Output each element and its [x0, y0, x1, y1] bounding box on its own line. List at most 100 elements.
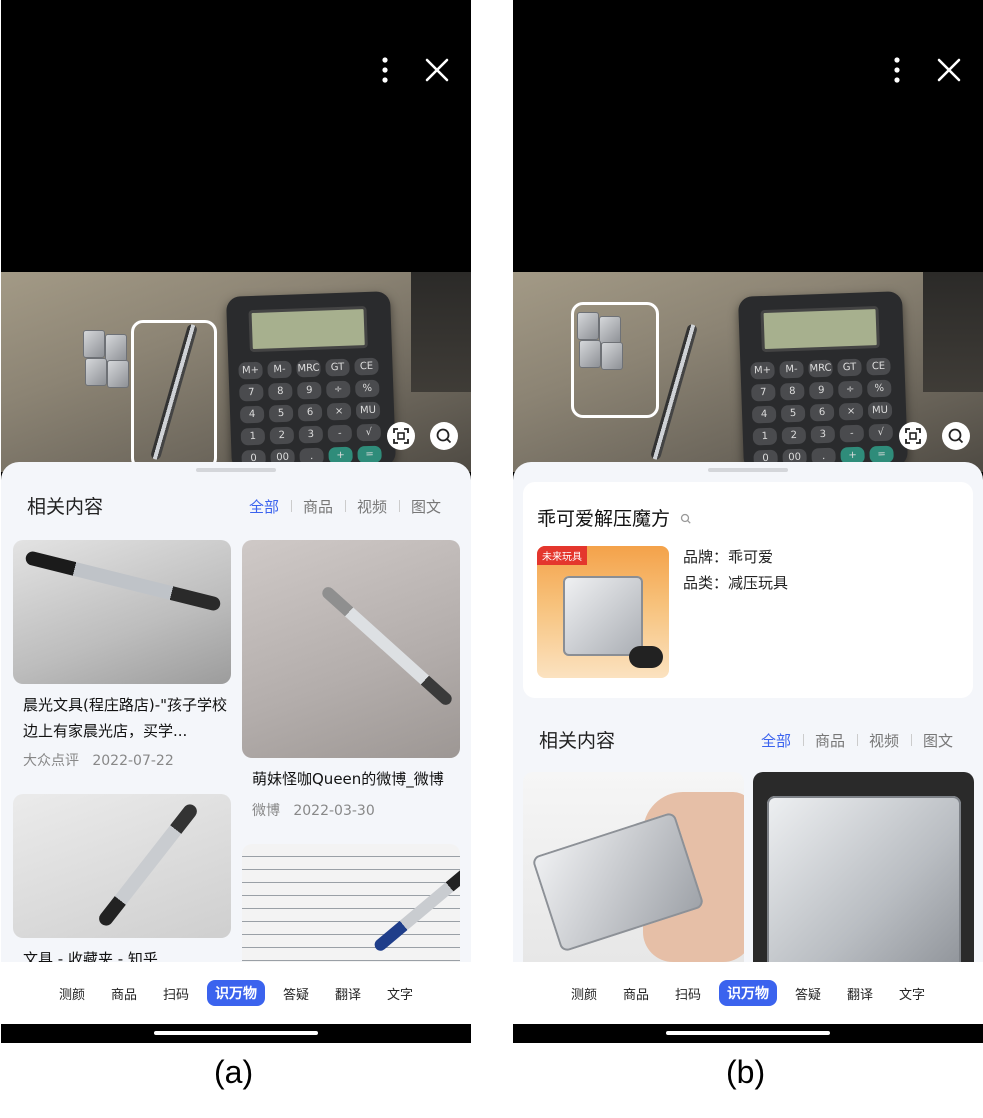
close-icon[interactable] — [423, 56, 451, 84]
section-title: 相关内容 — [27, 496, 104, 518]
selection-frame[interactable] — [571, 302, 659, 418]
pen-photo — [24, 550, 222, 612]
calculator-key: - — [839, 424, 865, 443]
result-thumbnail[interactable] — [523, 772, 744, 962]
more-options-icon[interactable] — [373, 56, 397, 84]
caption-b: (b) — [726, 1054, 766, 1090]
calculator-key: 1 — [240, 427, 266, 446]
product-name[interactable]: 乖可爱解压魔方 — [537, 504, 692, 531]
calculator-key: M+ — [750, 361, 775, 380]
mode-scan-code[interactable]: 扫码 — [155, 981, 197, 1006]
tab-products[interactable]: 商品 — [802, 730, 857, 751]
mode-recognize-all[interactable]: 识万物 — [207, 980, 265, 1006]
mode-recognize-all[interactable]: 识万物 — [719, 980, 777, 1006]
sheet-handle[interactable] — [708, 468, 788, 472]
mode-face[interactable]: 测颜 — [563, 981, 605, 1006]
results-sheet[interactable]: 乖可爱解压魔方 未来玩具 品牌：乖可爱 品类：减压玩具 相关内容 全部 商品 视… — [513, 462, 983, 962]
mode-text[interactable]: 文字 — [379, 981, 421, 1006]
calculator-key: 9 — [809, 381, 834, 400]
result-thumbnail[interactable] — [13, 794, 231, 938]
calculator-key: 1 — [752, 427, 778, 446]
tab-articles[interactable]: 图文 — [398, 496, 453, 517]
calculator-key: ÷ — [326, 380, 351, 399]
home-indicator-bar — [1, 1024, 471, 1043]
search-icon[interactable] — [680, 513, 692, 525]
tab-all[interactable]: 全部 — [237, 496, 291, 517]
search-button[interactable] — [430, 422, 458, 450]
result-thumbnail[interactable] — [753, 772, 974, 962]
mode-qa[interactable]: 答疑 — [275, 981, 317, 1006]
result-date: 2022-07-22 — [92, 753, 174, 769]
calculator-key: M+ — [238, 361, 263, 380]
tab-products[interactable]: 商品 — [290, 496, 345, 517]
sheet-handle[interactable] — [196, 468, 276, 472]
result-thumbnail[interactable] — [242, 844, 460, 962]
calculator-key: % — [354, 379, 380, 398]
mode-face[interactable]: 测颜 — [51, 981, 93, 1006]
calculator-key: MU — [355, 401, 381, 420]
product-category: 品类：减压玩具 — [683, 574, 789, 592]
result-source: 微博 — [252, 803, 280, 819]
result-thumbnail[interactable] — [13, 540, 231, 684]
tab-articles[interactable]: 图文 — [910, 730, 965, 751]
result-thumbnail[interactable] — [242, 540, 460, 758]
calculator-key: 8 — [780, 382, 805, 401]
scan-region-button[interactable] — [387, 422, 415, 450]
tab-all[interactable]: 全部 — [749, 730, 803, 751]
section-title: 相关内容 — [539, 730, 616, 752]
result-meta: 大众点评 2022-07-22 — [23, 750, 174, 770]
tab-videos[interactable]: 视频 — [344, 496, 399, 517]
more-options-icon[interactable] — [885, 56, 909, 84]
search-icon — [436, 428, 452, 444]
calculator-key: 2 — [781, 426, 807, 445]
close-icon[interactable] — [935, 56, 963, 84]
calculator: M+ M- MRC GT CE 7 8 9 ÷% 4 5 6 × MU 1 2 3- √ 0 00. + = — [225, 291, 397, 472]
calculator-key: CE — [866, 357, 891, 376]
phone-screen-a: M+ M- MRC GT CE 7 8 9 ÷% 4 5 6 × MU 1 2 3- √ 0 00. + = 相关内容 全… — [1, 0, 471, 1043]
home-indicator[interactable] — [154, 1031, 318, 1035]
product-badge: 未来玩具 — [537, 546, 587, 565]
calculator-key: 9 — [297, 381, 322, 400]
mode-product[interactable]: 商品 — [615, 981, 657, 1006]
calculator-key: 6 — [809, 403, 835, 422]
background-object — [923, 272, 983, 392]
mode-text[interactable]: 文字 — [891, 981, 933, 1006]
pen-photo — [372, 866, 460, 954]
home-indicator[interactable] — [666, 1031, 830, 1035]
filter-tabs: 全部 商品 视频 图文 — [237, 496, 453, 517]
camera-black-area — [1, 0, 471, 272]
phone-screen-b: M+ M- MRC GT CE 7 8 9 ÷% 4 5 6 × MU 1 2 3- √ 0 00. + = 乖可爱解压魔… — [513, 0, 983, 1043]
calculator-key: 4 — [239, 405, 265, 424]
search-button[interactable] — [942, 422, 970, 450]
calculator-key: 6 — [297, 403, 323, 422]
mode-qa[interactable]: 答疑 — [787, 981, 829, 1006]
home-indicator-bar — [513, 1024, 983, 1043]
mode-translate[interactable]: 翻译 — [839, 981, 881, 1006]
tab-videos[interactable]: 视频 — [856, 730, 911, 751]
selection-frame[interactable] — [131, 320, 217, 470]
calculator-keys: M+ M- MRC GT CE 7 8 9 ÷% 4 5 6 × MU 1 2 3- √ 0 00. + = — [238, 357, 388, 468]
calculator-key: 7 — [751, 383, 776, 402]
calculator-key: MRC — [808, 359, 833, 378]
cube-toy — [83, 330, 129, 390]
pen-photo — [319, 584, 455, 708]
result-title[interactable]: 萌妹怪咖Queen的微博_微博 — [252, 766, 458, 792]
mode-scan-code[interactable]: 扫码 — [667, 981, 709, 1006]
mode-product[interactable]: 商品 — [103, 981, 145, 1006]
mode-translate[interactable]: 翻译 — [327, 981, 369, 1006]
calculator-key: % — [866, 379, 892, 398]
results-sheet[interactable]: 相关内容 全部 商品 视频 图文 晨光文具(程庄路店)-"孩子学校边上有家晨光店… — [1, 462, 471, 962]
calculator-key: M- — [779, 360, 804, 379]
scan-region-button[interactable] — [899, 422, 927, 450]
calculator-keys: M+ M- MRC GT CE 7 8 9 ÷% 4 5 6 × MU 1 2 3- √ 0 00. + = — [750, 357, 900, 468]
product-image[interactable]: 未来玩具 — [537, 546, 669, 678]
result-title[interactable]: 文具 - 收藏夹 - 知乎 — [23, 946, 229, 962]
result-title[interactable]: 晨光文具(程庄路店)-"孩子学校边上有家晨光店，买学... — [23, 692, 229, 744]
calculator: M+ M- MRC GT CE 7 8 9 ÷% 4 5 6 × MU 1 2 3- √ 0 00. + = — [737, 291, 909, 472]
calculator-key: = — [357, 445, 382, 464]
calculator-key: GT — [837, 358, 862, 377]
calculator-key: MRC — [296, 359, 321, 378]
recognized-product-card[interactable]: 乖可爱解压魔方 未来玩具 品牌：乖可爱 品类：减压玩具 — [523, 482, 973, 698]
result-date: 2022-03-30 — [293, 803, 375, 819]
scan-frame-icon — [905, 428, 921, 444]
